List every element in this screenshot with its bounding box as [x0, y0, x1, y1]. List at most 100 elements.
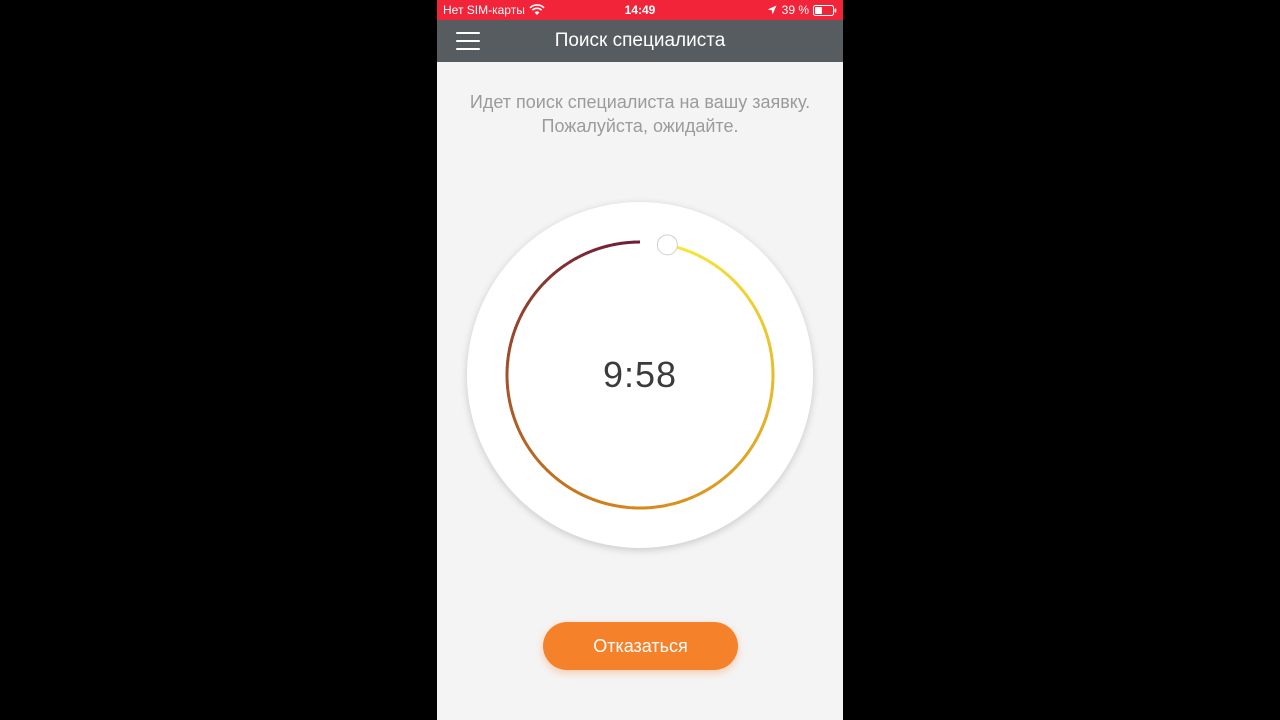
progress-ring-segment	[757, 427, 764, 436]
progress-ring-segment	[509, 406, 515, 416]
progress-ring-segment	[750, 439, 758, 448]
progress-ring-segment	[525, 297, 533, 306]
progress-ring-segment	[551, 474, 560, 482]
progress-ring-segment	[519, 308, 526, 317]
progress-ring-segment	[720, 268, 729, 277]
progress-ring-segment	[658, 503, 667, 509]
progress-ring-segment	[515, 425, 522, 435]
progress-ring-segment	[748, 298, 755, 307]
progress-ring-segment	[719, 475, 728, 483]
progress-ring-segment	[762, 414, 769, 424]
progress-ring-segment	[698, 254, 707, 261]
progress-ring-segment	[567, 485, 576, 493]
progress-ring-segment	[529, 291, 537, 300]
progress-ring-segment	[528, 449, 536, 458]
progress-ring-segment	[678, 498, 687, 504]
progress-ring-segment	[765, 335, 771, 344]
progress-ring-segment	[724, 470, 733, 478]
progress-ring-segment	[710, 261, 719, 268]
timer-value: 9:58	[602, 354, 678, 395]
progress-ring-segment	[738, 455, 747, 464]
progress-ring-segment	[599, 244, 608, 250]
progress-ring-segment	[714, 479, 723, 487]
progress-ring-segment	[522, 302, 529, 312]
progress-ring-segment	[665, 502, 674, 507]
progress-ring-segment	[734, 460, 742, 469]
progress-ring-segment	[508, 340, 513, 349]
status-right: 39 %	[767, 3, 837, 17]
progress-ring-segment	[516, 314, 523, 324]
progress-ring-segment	[605, 501, 614, 507]
progress-ring-segment	[573, 489, 582, 496]
progress-ring-segment	[538, 281, 546, 290]
progress-ring-segment	[715, 264, 724, 272]
progress-ring-segment	[690, 493, 699, 500]
progress-ring-segment	[755, 310, 762, 319]
progress-ring-segment	[625, 505, 634, 510]
progress-ring-segment	[612, 241, 622, 247]
progress-ring-segment	[704, 257, 713, 265]
progress-ring-segment	[768, 395, 773, 404]
progress-ring-segment	[563, 260, 572, 268]
progress-ring-segment	[508, 400, 513, 409]
progress-ring-segment	[521, 437, 529, 446]
progress-ring-segment	[684, 495, 693, 502]
progress-ring-segment	[511, 327, 518, 336]
progress-ring-segment	[760, 421, 766, 430]
progress-ring-segment	[619, 241, 628, 246]
progress-ring-segment	[606, 243, 615, 248]
progress-ring-segment	[766, 401, 772, 411]
progress-ring-segment	[586, 248, 596, 255]
search-message: Идет поиск специалиста на вашу заявку. П…	[469, 92, 811, 136]
progress-ring-segment	[552, 268, 561, 276]
progress-ring-segment	[542, 276, 551, 285]
progress-ring-segment	[761, 322, 767, 331]
progress-ring-segment	[735, 282, 744, 291]
progress-ring-segment	[679, 246, 689, 253]
progress-knob	[656, 234, 678, 256]
phone-screen: Нет SIM-карты 14:49 39 % Поиск специалис…	[437, 0, 843, 720]
progress-ring-segment	[618, 504, 627, 509]
progress-ring-segment	[585, 495, 595, 502]
progress-ring-segment	[557, 264, 566, 271]
progress-ring-segment	[541, 464, 550, 473]
progress-ring-segment	[525, 443, 532, 452]
progress-ring-segment	[763, 328, 769, 337]
progress-ring-segment	[568, 256, 578, 264]
progress-ring-segment	[556, 478, 565, 486]
progress-ring-segment	[592, 497, 601, 504]
progress-ring-segment	[532, 454, 541, 463]
progress-ring-segment	[533, 286, 541, 295]
progress-ring-segment	[579, 492, 588, 499]
progress-ring-segment	[686, 249, 695, 255]
progress-ring-segment	[765, 408, 771, 417]
progress-ring-segment	[593, 246, 602, 252]
progress-ring-segment	[513, 320, 520, 330]
progress-ring-segment	[626, 240, 635, 245]
progress-ring-segment	[692, 251, 701, 258]
progress-ring-segment	[743, 450, 751, 459]
battery-icon	[813, 4, 837, 16]
progress-ring-segment	[730, 277, 739, 286]
progress-ring-segment	[537, 459, 545, 468]
location-arrow-icon	[767, 5, 777, 15]
progress-ring-segment	[726, 273, 734, 281]
progress-ring-segment	[758, 316, 765, 325]
progress-ring-segment	[740, 287, 748, 296]
cancel-button[interactable]: Отказаться	[543, 622, 738, 670]
progress-ring-segment	[518, 431, 525, 441]
progress-ring-segment	[611, 503, 620, 508]
progress-ring-segment	[708, 483, 717, 490]
progress-ring-segment	[645, 505, 654, 510]
progress-ring-segment	[754, 433, 761, 442]
progress-ring-segment	[751, 304, 759, 313]
progress-ring-segment	[562, 482, 571, 490]
progress-ring-segment	[744, 293, 752, 302]
progress-ring-segment	[580, 251, 590, 257]
progress-ring-segment	[574, 253, 583, 261]
progress-ring-segment	[513, 419, 520, 428]
page-title: Поиск специалиста	[554, 30, 726, 51]
progress-ring-segment	[509, 333, 515, 342]
status-bar: Нет SIM-карты 14:49 39 %	[437, 0, 843, 20]
progress-ring-segment	[652, 505, 661, 509]
